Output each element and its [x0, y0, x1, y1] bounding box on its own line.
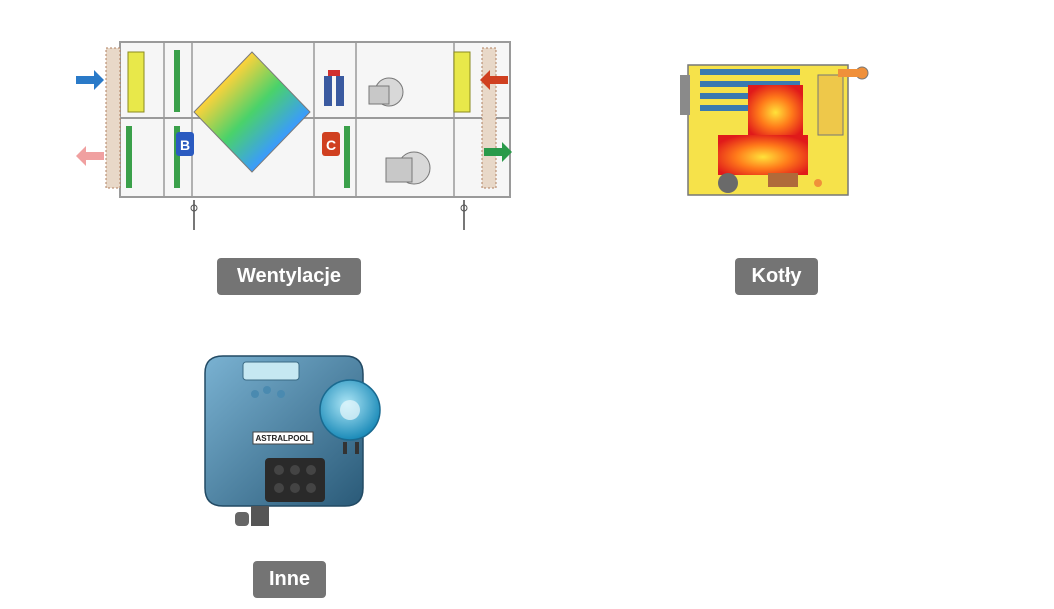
diagram-letter-c: C	[326, 137, 336, 153]
boiler-image[interactable]	[678, 55, 878, 205]
air-handling-unit-image[interactable]: B C	[74, 40, 514, 235]
category-button-wentylacje[interactable]: Wentylacje	[217, 258, 361, 295]
diagram-letter-b: B	[180, 137, 190, 153]
pump-brand-label: ASTRALPOOL	[255, 434, 310, 443]
category-button-kotly[interactable]: Kotły	[735, 258, 818, 295]
dosing-pump-image[interactable]: ASTRALPOOL	[195, 348, 395, 533]
category-button-inne[interactable]: Inne	[253, 561, 326, 598]
